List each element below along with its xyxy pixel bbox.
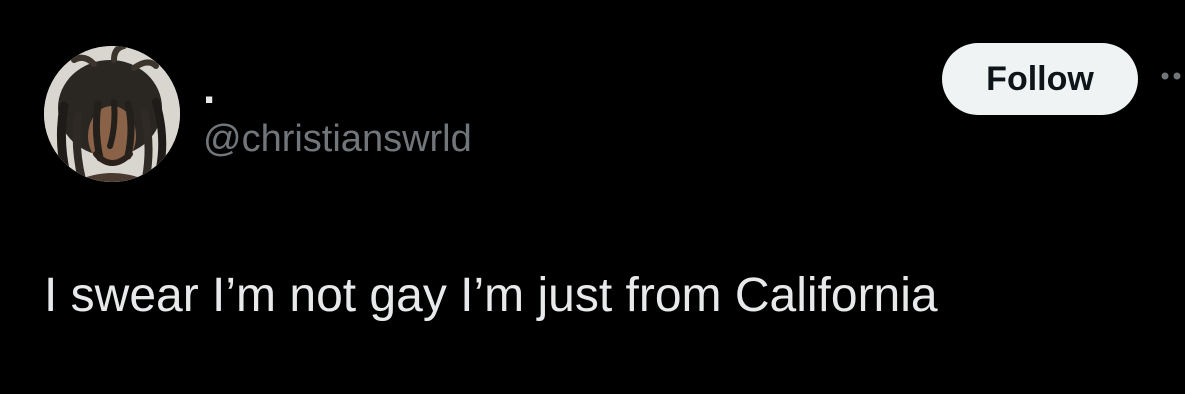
profile-photo-icon <box>44 46 180 182</box>
tweet-text: I swear I’m not gay I’m just from Califo… <box>44 269 938 322</box>
author-display-name[interactable]: . <box>203 64 215 114</box>
author-handle[interactable]: @christianswrld <box>203 116 472 162</box>
avatar[interactable] <box>44 46 180 182</box>
follow-button[interactable]: Follow <box>942 43 1138 115</box>
more-horizontal-icon[interactable] <box>1160 66 1185 86</box>
